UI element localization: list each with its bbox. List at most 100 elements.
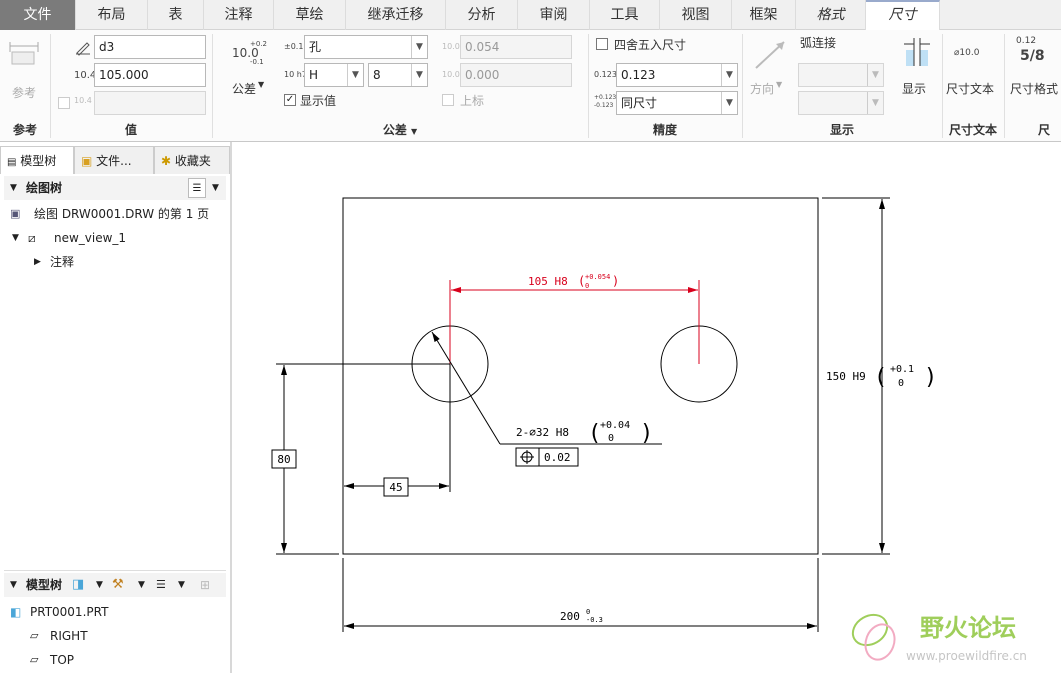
datum-plane-icon: ▱ bbox=[30, 629, 39, 642]
close-paren: ) bbox=[640, 421, 653, 446]
tree-item-right[interactable]: RIGHT bbox=[50, 626, 88, 646]
dim-80[interactable]: 80 bbox=[271, 363, 450, 555]
list-settings-icon[interactable]: ☰ bbox=[156, 575, 166, 595]
tolerance-group-label[interactable]: 公差 ▼ bbox=[212, 120, 588, 140]
model-tree-label: 模型树 bbox=[26, 578, 63, 592]
fit-letter-value: H bbox=[309, 68, 319, 82]
watermark-url: www.proewildfire.cn bbox=[906, 649, 1027, 663]
direction-button[interactable]: 方向 ▼ bbox=[748, 36, 792, 96]
name-field[interactable]: d3 bbox=[94, 35, 206, 59]
collapse-icon[interactable]: ▼ bbox=[10, 575, 17, 595]
datum-plane-icon: ▱ bbox=[30, 653, 39, 666]
pencil-icon bbox=[76, 42, 90, 56]
chevron-down-icon[interactable]: ▼ bbox=[96, 575, 103, 595]
show-value-checkbox[interactable]: ✓ bbox=[284, 94, 296, 106]
tolerance-label: 公差 bbox=[232, 82, 257, 96]
fit-grade-dropdown[interactable]: 8 ▼ bbox=[368, 63, 428, 87]
tab-table[interactable]: 表 bbox=[148, 0, 204, 30]
dim-200[interactable]: 200 0 -0.3 bbox=[342, 558, 819, 632]
tolerance-button[interactable]: 10.0 +0.2 -0.1 公差 ▼ bbox=[226, 38, 274, 98]
tab-dimension[interactable]: 尺寸 bbox=[866, 0, 940, 30]
lower-tolerance-field[interactable]: 0.000 bbox=[460, 63, 572, 87]
precision-icon: 0.123 bbox=[594, 70, 617, 79]
dim-105-text: 105 H8 bbox=[528, 275, 568, 288]
tree-item-drawing[interactable]: 绘图 DRW0001.DRW 的第 1 页 bbox=[34, 204, 209, 224]
dim-format-group-label: 尺寸 bbox=[1038, 123, 1051, 137]
dim-200-text: 200 bbox=[560, 610, 580, 623]
chevron-down-icon: ▼ bbox=[721, 64, 737, 86]
dim-text-button[interactable]: ⌀10.0 尺寸文本 bbox=[944, 36, 1000, 96]
round-dimension-checkbox[interactable] bbox=[596, 38, 608, 50]
collapse-icon[interactable]: ▼ bbox=[10, 178, 17, 198]
tab-legacy-migration[interactable]: 继承迁移 bbox=[346, 0, 446, 30]
expand-icon[interactable]: ▶ bbox=[34, 252, 41, 272]
dim-format-button[interactable]: 0.12 5/8 尺寸格式 bbox=[1006, 34, 1061, 96]
dim-150[interactable]: 150 H9 ( +0.1 0 ) bbox=[822, 197, 937, 555]
drawing-svg[interactable]: 105 H8 ( +0.054 0 ) 150 H9 ( +0.1 0 ) 80 bbox=[234, 142, 1061, 673]
tab-file-browser[interactable]: ▣ 文件... bbox=[74, 146, 154, 174]
tab-format[interactable]: 格式 bbox=[796, 0, 866, 30]
arc-connect-dropdown-2[interactable]: ▼ bbox=[798, 91, 884, 115]
tab-annotate[interactable]: 注释 bbox=[204, 0, 274, 30]
value-icon: 10.4 bbox=[74, 70, 97, 81]
hole-note-text: 2-⌀32 H8 bbox=[516, 426, 569, 439]
override-field[interactable] bbox=[94, 91, 206, 115]
ribbon-tabs: 文件 布局 表 注释 草绘 继承迁移 分析 审阅 工具 视图 框架 格式 尺寸 bbox=[0, 0, 1061, 30]
tab-model-tree-label: 模型树 bbox=[20, 154, 57, 168]
tolerance-type-dropdown[interactable]: 孔 ▼ bbox=[304, 35, 428, 59]
part-display-icon[interactable]: ◨ bbox=[72, 575, 84, 595]
hole-callout[interactable]: 2-⌀32 H8 ( +0.04 0 ) 0.02 bbox=[431, 331, 662, 467]
value-field[interactable]: 105.000 bbox=[94, 63, 206, 87]
part-view[interactable] bbox=[342, 197, 819, 555]
tab-review[interactable]: 审阅 bbox=[518, 0, 590, 30]
tab-frame[interactable]: 框架 bbox=[732, 0, 796, 30]
tab-view[interactable]: 视图 bbox=[660, 0, 732, 30]
tab-sketch[interactable]: 草绘 bbox=[274, 0, 346, 30]
fit-letter-dropdown[interactable]: H ▼ bbox=[304, 63, 364, 87]
tolerance-type-value: 孔 bbox=[309, 40, 322, 54]
chevron-down-icon: ▼ bbox=[867, 92, 883, 114]
upper-tolerance-field[interactable]: 0.054 bbox=[460, 35, 572, 59]
tree-item-top[interactable]: TOP bbox=[50, 650, 74, 670]
tab-favorites[interactable]: ✱ 收藏夹 bbox=[154, 146, 230, 174]
dim-format-label: 尺寸格式 bbox=[1010, 82, 1059, 96]
tools-icon[interactable]: ⚒ bbox=[112, 575, 124, 595]
display-group-label: 显示 bbox=[829, 123, 854, 137]
superscript-checkbox[interactable] bbox=[442, 94, 454, 106]
precision-dropdown[interactable]: 0.123 ▼ bbox=[616, 63, 738, 87]
precision-group-label: 精度 bbox=[652, 123, 677, 137]
tree-settings-icon[interactable]: ☰ bbox=[188, 178, 206, 198]
dim-105[interactable]: 105 H8 ( +0.054 0 ) bbox=[449, 273, 700, 364]
chevron-down-icon: ▼ bbox=[411, 36, 427, 58]
reference-button[interactable]: 参考 bbox=[4, 36, 44, 100]
tree-item-view[interactable]: new_view_1 bbox=[54, 228, 126, 248]
override-checkbox[interactable] bbox=[58, 97, 70, 109]
tab-layout[interactable]: 布局 bbox=[76, 0, 148, 30]
watermark: 野火论坛 www.proewildfire.cn bbox=[851, 613, 1027, 663]
collapse-icon[interactable]: ▼ bbox=[12, 228, 19, 248]
same-size-icon-top: +0.123 bbox=[594, 94, 617, 101]
filter-icon[interactable]: ⊞ bbox=[200, 575, 210, 595]
tab-analysis[interactable]: 分析 bbox=[446, 0, 518, 30]
tab-model-tree[interactable]: ▤ 模型树 bbox=[0, 146, 74, 174]
tree-item-notes[interactable]: 注释 bbox=[50, 252, 74, 272]
chevron-down-icon: ▼ bbox=[721, 92, 737, 114]
arc-connect-dropdown-1[interactable]: ▼ bbox=[798, 63, 884, 87]
chevron-down-icon: ▼ bbox=[411, 64, 427, 86]
chevron-down-icon[interactable]: ▼ bbox=[138, 575, 145, 595]
dim-text-label: 尺寸文本 bbox=[946, 82, 995, 96]
chevron-down-icon[interactable]: ▼ bbox=[212, 178, 219, 198]
part-icon: ◧ bbox=[10, 605, 22, 619]
close-paren: ) bbox=[612, 274, 619, 288]
panel-tabs: ▤ 模型树 ▣ 文件... ✱ 收藏夹 bbox=[0, 146, 230, 174]
same-size-dropdown[interactable]: 同尺寸 ▼ bbox=[616, 91, 738, 115]
tree-item-part[interactable]: PRT0001.PRT bbox=[30, 602, 108, 622]
dim-150-lower: 0 bbox=[898, 378, 904, 389]
tab-tools[interactable]: 工具 bbox=[590, 0, 660, 30]
drawing-canvas[interactable]: 105 H8 ( +0.054 0 ) 150 H9 ( +0.1 0 ) 80 bbox=[234, 142, 1061, 673]
display-button[interactable]: 显示 bbox=[896, 36, 936, 96]
tab-file[interactable]: 文件 bbox=[0, 0, 76, 30]
dim-45[interactable]: 45 bbox=[344, 364, 451, 497]
override-icon: 10.4 bbox=[74, 96, 92, 105]
chevron-down-icon[interactable]: ▼ bbox=[178, 575, 185, 595]
